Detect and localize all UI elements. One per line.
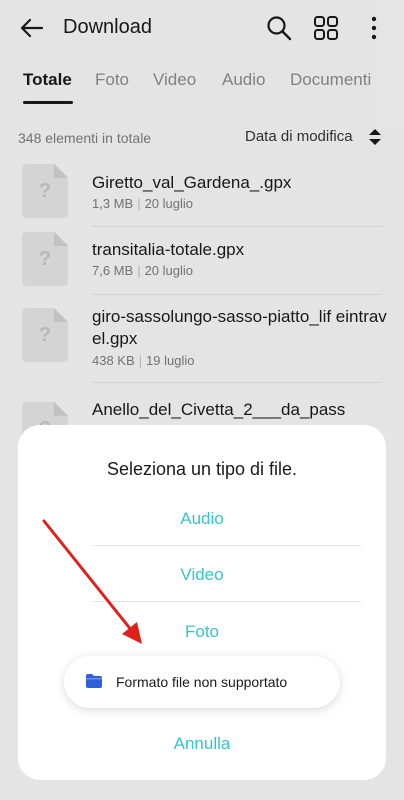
divider	[93, 601, 361, 602]
option-foto[interactable]: Foto	[18, 622, 386, 642]
folder-icon	[86, 674, 102, 688]
option-audio[interactable]: Audio	[18, 509, 386, 529]
divider	[93, 545, 361, 546]
toast: Formato file non supportato	[64, 656, 340, 708]
option-video[interactable]: Video	[18, 565, 386, 585]
file-type-sheet: Seleziona un tipo di file. Audio Video F…	[18, 425, 386, 780]
toast-message: Formato file non supportato	[116, 674, 288, 690]
sheet-title: Seleziona un tipo di file.	[106, 459, 298, 479]
cancel-button[interactable]: Annulla	[18, 734, 386, 754]
